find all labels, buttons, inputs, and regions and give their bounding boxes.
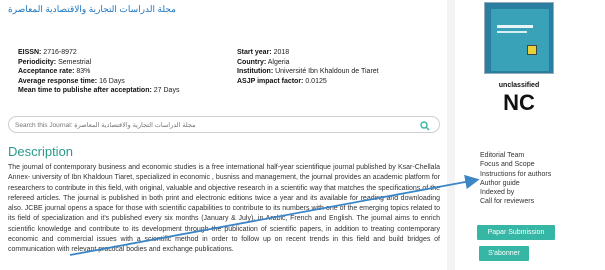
search-input[interactable] [15,119,405,131]
link-focus-scope[interactable]: Focus and Scope [480,160,551,169]
info-country: Country: Algeria [237,58,290,66]
link-author-guide[interactable]: Author guide [480,179,551,188]
classification-code: NC [503,90,535,115]
search-icon[interactable] [419,119,431,131]
info-eissn: EISSN: 2716-8972 [18,49,77,56]
info-acceptance-rate: Acceptance rate: 83% [18,68,91,76]
journal-info-right: Start year: 2018 Country: Algeria Instit… [237,48,379,86]
info-start-year: Start year: 2018 [237,49,290,56]
journal-search [8,116,440,133]
journal-title[interactable]: مجلة الدراسات التجارية والاقتصادية المعا… [8,4,188,15]
link-instructions-authors[interactable]: Instructions for authors [480,170,551,179]
info-response-time: Average response time: 16 Days [18,77,125,85]
subscribe-button[interactable]: S'abonner [479,246,529,261]
info-periodicity: Periodicity: Semestrial [18,58,92,66]
paper-submission-button[interactable]: Papar Submission [477,225,555,240]
info-publish-time: Mean time to publishe after acceptation:… [18,87,180,95]
info-impact-factor: ASJP impact factor: 0.0125 [237,77,327,85]
classification-label: unclassified [498,82,540,89]
journal-info-left: EISSN: 2716-8972 Periodicity: Semestrial… [18,48,179,96]
link-call-reviewers[interactable]: Call for reviewers [480,197,551,206]
description-text: The journal of contemporary business and… [8,164,440,254]
description-heading: Description [8,144,74,159]
link-editorial-team[interactable]: Editorial Team [480,151,551,160]
journal-cover-image [484,2,554,74]
link-indexed-by[interactable]: Indexed by [480,188,551,197]
sidebar-links: Editorial Team Focus and Scope Instructi… [480,151,551,207]
info-institution: Institution: Université Ibn Khaldoun de … [237,68,379,76]
